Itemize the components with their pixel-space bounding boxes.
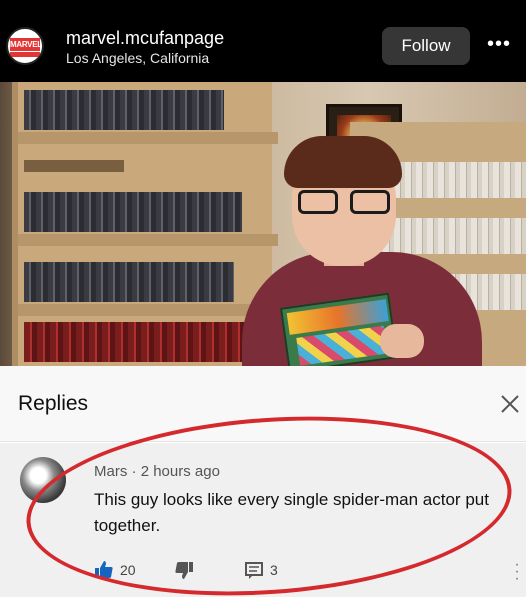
marvel-logo-sub: [10, 52, 40, 57]
person: [232, 132, 492, 366]
lens: [350, 190, 390, 214]
thumbs-up-icon: [95, 561, 113, 578]
comment-text: This guy looks like every single spider-…: [94, 490, 489, 535]
reply-count: 3: [270, 562, 278, 578]
comment: Mars · 2 hours ago This guy looks like e…: [0, 443, 526, 597]
hand: [380, 324, 424, 358]
game-row: [24, 262, 234, 302]
comment-meta: Mars · 2 hours ago: [94, 463, 220, 480]
hair: [284, 136, 402, 188]
comment-author[interactable]: Mars: [94, 463, 127, 480]
game-row: [24, 322, 264, 362]
reply-button[interactable]: 3: [244, 559, 278, 581]
profile-avatar[interactable]: MARVEL: [6, 27, 44, 65]
replies-header: Replies: [0, 366, 526, 442]
like-button[interactable]: 20: [94, 559, 136, 581]
more-icon[interactable]: •••: [482, 27, 516, 65]
lens: [298, 190, 338, 214]
replies-title: Replies: [18, 392, 89, 415]
close-icon[interactable]: [496, 390, 524, 418]
username[interactable]: marvel.mcufanpage: [66, 28, 224, 49]
commenter-avatar[interactable]: [20, 457, 66, 503]
meta-separator: ·: [131, 463, 141, 480]
marvel-logo: MARVEL: [10, 38, 42, 51]
glasses: [296, 190, 394, 216]
post-photo: [0, 82, 526, 366]
comment-actions: 20 3: [94, 559, 394, 583]
game-row: [24, 90, 224, 130]
replies-panel: Replies Mars · 2 hours ago This guy look…: [0, 366, 526, 597]
thumbs-down-icon: [175, 562, 193, 579]
comment-time: 2 hours ago: [140, 463, 220, 480]
location[interactable]: Los Angeles, California: [66, 50, 209, 66]
game-stack: [24, 160, 124, 172]
like-count: 20: [120, 562, 136, 578]
game-row: [24, 192, 242, 232]
kebab-icon[interactable]: · · ·: [512, 557, 522, 587]
reply-icon: [245, 562, 263, 579]
dislike-button[interactable]: [174, 559, 194, 581]
post-header: MARVEL marvel.mcufanpage Los Angeles, Ca…: [0, 0, 526, 82]
follow-button[interactable]: Follow: [382, 27, 470, 65]
